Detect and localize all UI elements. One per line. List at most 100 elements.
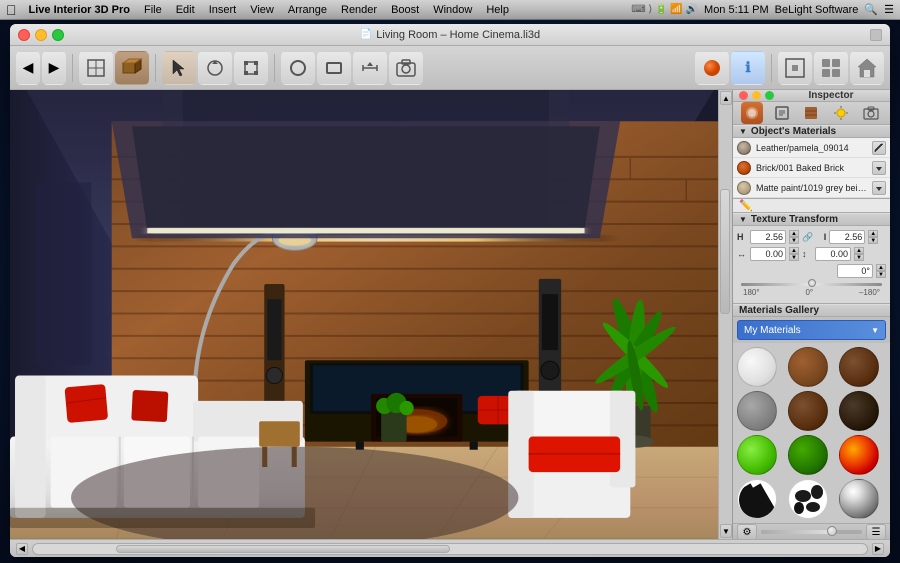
inspector-close[interactable] xyxy=(739,91,748,100)
h-scroll-thumb[interactable] xyxy=(116,545,450,553)
floorplan-btn[interactable] xyxy=(79,51,113,85)
mat-sphere-8[interactable] xyxy=(839,435,879,475)
inspector-list-btn[interactable]: ☰ xyxy=(866,524,886,539)
mat-sphere-9[interactable] xyxy=(737,479,777,519)
window-resize-btn[interactable] xyxy=(870,29,882,41)
info-btn[interactable]: ℹ xyxy=(731,51,765,85)
material-item-1[interactable]: Brick/001 Baked Brick xyxy=(733,158,890,178)
horizontal-scrollbar[interactable] xyxy=(32,543,868,555)
i-scale-input[interactable] xyxy=(829,230,865,244)
rotation-row: ▲ ▼ xyxy=(737,264,886,278)
rotation-input[interactable] xyxy=(837,264,873,278)
menu-render[interactable]: Render xyxy=(335,1,383,19)
scroll-right-btn[interactable]: ▶ xyxy=(872,543,884,555)
angle-slider-thumb[interactable] xyxy=(808,279,816,287)
rect-tool-btn[interactable] xyxy=(317,51,351,85)
material-2-arrow[interactable] xyxy=(872,181,886,195)
select-tool-btn[interactable] xyxy=(162,51,196,85)
forward-btn[interactable]: ▶ xyxy=(42,51,66,85)
menu-window[interactable]: Window xyxy=(427,1,478,19)
i-increment[interactable]: ▲ xyxy=(868,230,878,237)
scroll-up-btn[interactable]: ▲ xyxy=(720,91,732,105)
app-window: 📄 Living Room – Home Cinema.li3d ◀ ▶ xyxy=(10,24,890,557)
mat-sphere-0[interactable] xyxy=(737,347,777,387)
2d-view-btn[interactable] xyxy=(778,51,812,85)
mat-sphere-4[interactable] xyxy=(788,391,828,431)
material-item-0[interactable]: Leather/pamela_09014 xyxy=(733,138,890,158)
offset-h-label: ↔ xyxy=(737,249,747,259)
inspector-tab-material[interactable] xyxy=(741,102,763,124)
mat-sphere-6[interactable] xyxy=(737,435,777,475)
app-menu-name[interactable]: Live Interior 3D Pro xyxy=(23,1,136,19)
materials-btn[interactable] xyxy=(695,51,729,85)
offset-v-input[interactable] xyxy=(815,247,851,261)
menu-edit[interactable]: Edit xyxy=(170,1,201,19)
mat-sphere-1[interactable] xyxy=(788,347,828,387)
inspector-zoom-slider[interactable] xyxy=(761,530,862,534)
window-maximize[interactable] xyxy=(52,29,64,41)
scroll-left-btn[interactable]: ◀ xyxy=(16,543,28,555)
scroll-down-btn[interactable]: ▼ xyxy=(720,524,732,538)
inspector-tab-texture[interactable] xyxy=(800,102,822,124)
pencil-icon[interactable]: ✏️ xyxy=(739,199,753,212)
rotate-tool-btn[interactable] xyxy=(198,51,232,85)
angle-slider[interactable] xyxy=(741,283,882,286)
material-item-2[interactable]: Matte paint/1019 grey beige xyxy=(733,178,890,198)
menu-file[interactable]: File xyxy=(138,1,168,19)
traffic-lights xyxy=(18,29,64,41)
window-minimize[interactable] xyxy=(35,29,47,41)
offset-h-input[interactable] xyxy=(750,247,786,261)
material-1-arrow[interactable] xyxy=(872,161,886,175)
h-increment[interactable]: ▲ xyxy=(789,230,799,237)
h-decrement[interactable]: ▼ xyxy=(789,237,799,244)
menu-arrange[interactable]: Arrange xyxy=(282,1,333,19)
resize-tool-btn[interactable] xyxy=(234,51,268,85)
measure-tool-btn[interactable] xyxy=(353,51,387,85)
apple-menu[interactable]:  xyxy=(6,2,17,18)
circle-tool-btn[interactable] xyxy=(281,51,315,85)
inspector-maximize[interactable] xyxy=(765,91,774,100)
angle-zero: 0° xyxy=(805,288,813,297)
gallery-dropdown[interactable]: My Materials ▼ xyxy=(737,320,886,340)
mat-sphere-10[interactable] xyxy=(788,479,828,519)
inspector-minimize[interactable] xyxy=(752,91,761,100)
inspector-tab-camera[interactable] xyxy=(860,102,882,124)
gallery-header: Materials Gallery xyxy=(733,304,890,317)
material-0-edit[interactable] xyxy=(872,141,886,155)
mat-sphere-3[interactable] xyxy=(737,391,777,431)
camera-tool-btn[interactable] xyxy=(389,51,423,85)
content-area: ▲ ▼ Inspector xyxy=(10,90,890,539)
slider-track xyxy=(761,530,832,534)
back-btn[interactable]: ◀ xyxy=(16,51,40,85)
mat-sphere-7[interactable] xyxy=(788,435,828,475)
company-name: BeLight Software xyxy=(775,4,859,16)
i-decrement[interactable]: ▼ xyxy=(868,237,878,244)
list-icon[interactable]: ☰ xyxy=(884,3,894,16)
inspector-tab-lighting[interactable] xyxy=(830,102,852,124)
rotation-inc[interactable]: ▲ xyxy=(876,264,886,271)
menu-view[interactable]: View xyxy=(244,1,280,19)
mat-sphere-2[interactable] xyxy=(839,347,879,387)
layout-btn[interactable] xyxy=(814,51,848,85)
search-icon[interactable]: 🔍 xyxy=(864,3,878,16)
menu-help[interactable]: Help xyxy=(480,1,515,19)
inspector-settings-btn[interactable]: ⚙ xyxy=(737,524,757,539)
home-btn[interactable] xyxy=(850,51,884,85)
rotation-dec[interactable]: ▼ xyxy=(876,271,886,278)
viewport[interactable]: ▲ ▼ xyxy=(10,90,732,539)
h-scale-input[interactable] xyxy=(750,230,786,244)
menu-insert[interactable]: Insert xyxy=(203,1,243,19)
scroll-thumb-v[interactable] xyxy=(720,189,730,314)
viewport-scrollbar-v[interactable]: ▲ ▼ xyxy=(718,90,732,539)
3d-view-btn[interactable] xyxy=(115,51,149,85)
offset-v-inc[interactable]: ▲ xyxy=(854,247,864,254)
menu-boost[interactable]: Boost xyxy=(385,1,425,19)
window-close[interactable] xyxy=(18,29,30,41)
inspector-tab-object[interactable] xyxy=(771,102,793,124)
offset-h-inc[interactable]: ▲ xyxy=(789,247,799,254)
slider-thumb[interactable] xyxy=(827,526,837,536)
mat-sphere-11[interactable] xyxy=(839,479,879,519)
offset-h-dec[interactable]: ▼ xyxy=(789,254,799,261)
mat-sphere-5[interactable] xyxy=(839,391,879,431)
offset-v-dec[interactable]: ▼ xyxy=(854,254,864,261)
